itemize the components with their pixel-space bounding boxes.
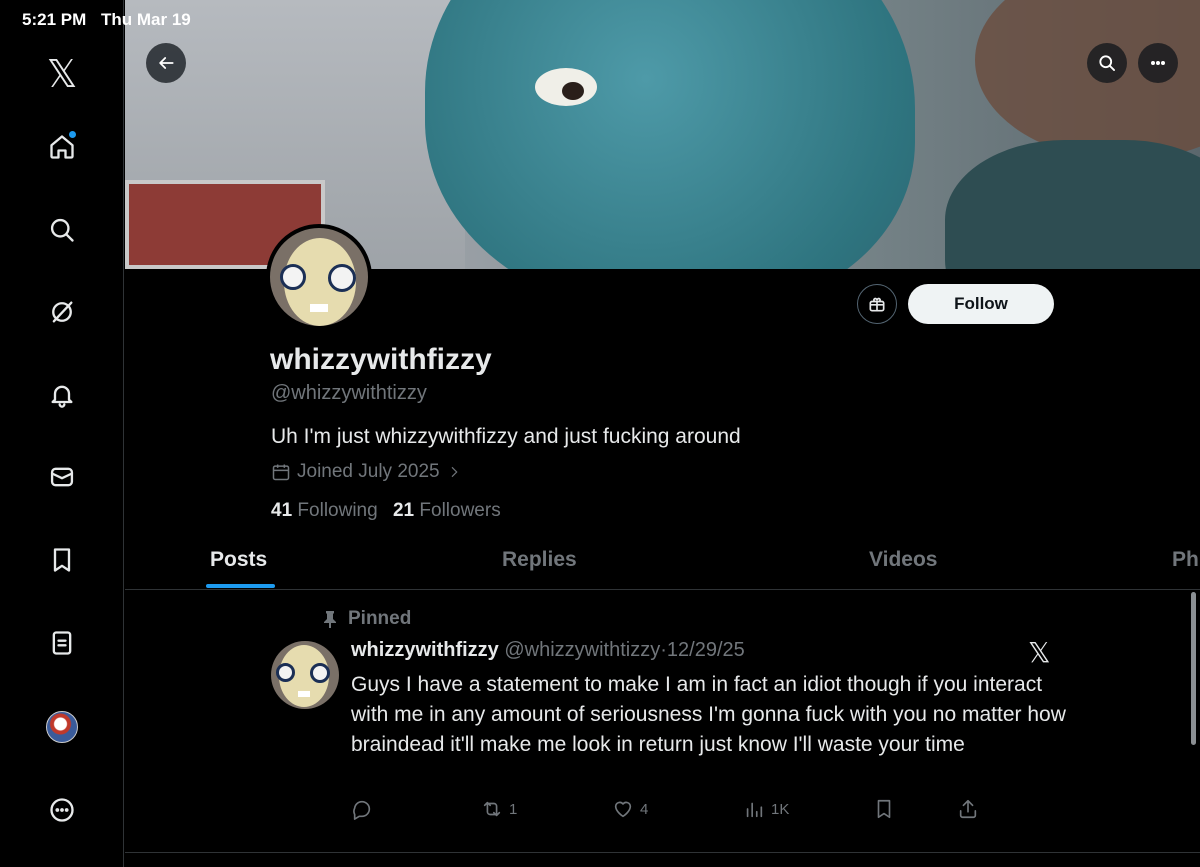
divider bbox=[125, 852, 1200, 853]
follow-stats: 41 Following 21 Followers bbox=[271, 500, 501, 522]
like-count: 4 bbox=[640, 800, 649, 818]
user-handle: @whizzywithtizzy bbox=[271, 382, 427, 404]
tab-posts[interactable]: Posts bbox=[210, 548, 267, 572]
more-icon bbox=[50, 798, 74, 822]
followers-link[interactable]: 21 Followers bbox=[393, 500, 501, 521]
sidebar-item-home[interactable] bbox=[42, 127, 82, 167]
reply-icon bbox=[353, 800, 371, 820]
status-time: 5:21 PM bbox=[22, 10, 87, 29]
following-link[interactable]: 41 Following bbox=[271, 500, 378, 521]
arrow-left-icon bbox=[159, 57, 174, 69]
sidebar-item-bookmarks[interactable] bbox=[42, 540, 82, 580]
profile-banner[interactable] bbox=[125, 0, 1200, 269]
bookmark-icon bbox=[53, 548, 71, 572]
views-button[interactable]: 1K bbox=[743, 798, 789, 820]
status-bar: 5:21 PM Thu Mar 19 bbox=[0, 0, 1200, 40]
notification-dot bbox=[69, 131, 76, 138]
chevron-right-icon bbox=[451, 466, 458, 478]
profile-bio: Uh I'm just whizzywithfizzy and just fuc… bbox=[271, 425, 741, 448]
share-button[interactable] bbox=[957, 798, 979, 820]
views-count: 1K bbox=[771, 800, 790, 818]
x-logo-icon[interactable]: 𝕏 bbox=[42, 52, 82, 96]
pinned-label: Pinned bbox=[348, 608, 412, 629]
bookmark-icon bbox=[877, 799, 891, 819]
follow-button[interactable]: Follow bbox=[908, 284, 1054, 324]
avatar bbox=[46, 711, 78, 743]
post-author-avatar[interactable] bbox=[271, 641, 339, 709]
joined-text: Joined July 2025 bbox=[297, 461, 440, 482]
bookmark-button[interactable] bbox=[873, 798, 895, 820]
search-icon bbox=[50, 218, 74, 242]
chart-icon bbox=[746, 802, 763, 818]
post-date[interactable]: 12/29/25 bbox=[667, 639, 745, 661]
sidebar-item-grok[interactable] bbox=[42, 292, 82, 332]
sidebar-item-notifications[interactable] bbox=[42, 375, 82, 415]
sidebar-item-more[interactable] bbox=[42, 790, 82, 830]
sidebar-nav: 𝕏 bbox=[0, 0, 124, 867]
x-logo-icon[interactable]: 𝕏 bbox=[1028, 636, 1051, 669]
profile-avatar[interactable] bbox=[266, 224, 372, 330]
joined-date[interactable]: Joined July 2025 bbox=[271, 461, 462, 483]
sidebar-item-explore[interactable] bbox=[42, 210, 82, 250]
display-name: whizzywithfizzy bbox=[270, 343, 492, 376]
repost-count: 1 bbox=[509, 800, 518, 818]
scrollbar[interactable] bbox=[1191, 592, 1196, 745]
followers-label: Followers bbox=[419, 500, 501, 521]
gift-icon bbox=[869, 297, 885, 312]
post-text: Guys I have a statement to make I am in … bbox=[351, 673, 1066, 756]
tab-replies[interactable]: Replies bbox=[502, 548, 577, 572]
share-icon bbox=[959, 799, 977, 819]
search-button[interactable] bbox=[1087, 43, 1127, 83]
list-icon bbox=[52, 631, 72, 655]
followers-count: 21 bbox=[392, 500, 415, 521]
tab-photos[interactable]: Ph bbox=[1172, 548, 1199, 572]
repost-button[interactable]: 1 bbox=[481, 798, 517, 820]
search-icon bbox=[1099, 55, 1115, 72]
envelope-icon bbox=[50, 467, 74, 487]
back-button[interactable] bbox=[146, 43, 186, 83]
post-header: whizzywithfizzy @whizzywithtizzy·12/29/2… bbox=[351, 639, 745, 662]
grok-icon bbox=[52, 301, 73, 323]
post-author-handle[interactable]: @whizzywithtizzy bbox=[504, 639, 660, 661]
ellipsis-icon bbox=[1150, 60, 1166, 65]
sidebar-item-messages[interactable] bbox=[42, 457, 82, 497]
post-actions: 1 4 1K bbox=[351, 798, 991, 824]
gift-button[interactable] bbox=[857, 284, 897, 324]
sidebar-item-lists[interactable] bbox=[42, 623, 82, 663]
active-tab-indicator bbox=[206, 584, 275, 588]
following-label: Following bbox=[297, 500, 378, 521]
repost-icon bbox=[483, 801, 501, 817]
status-date: Thu Mar 19 bbox=[101, 10, 191, 29]
post-separator: · bbox=[660, 639, 667, 661]
like-button[interactable]: 4 bbox=[612, 798, 648, 820]
following-count: 41 bbox=[271, 500, 293, 521]
tab-videos[interactable]: Videos bbox=[869, 548, 937, 572]
pinned-indicator: Pinned bbox=[322, 608, 411, 630]
pin-icon bbox=[324, 611, 336, 628]
profile-tabs: Posts Replies Videos Ph bbox=[125, 535, 1200, 590]
more-options-button[interactable] bbox=[1138, 43, 1178, 83]
sidebar-item-profile[interactable] bbox=[42, 707, 82, 747]
bell-icon bbox=[51, 385, 73, 408]
reply-button[interactable] bbox=[351, 798, 373, 820]
calendar-icon bbox=[272, 464, 290, 481]
post-author-name[interactable]: whizzywithfizzy bbox=[351, 639, 499, 661]
heart-icon bbox=[614, 801, 632, 818]
